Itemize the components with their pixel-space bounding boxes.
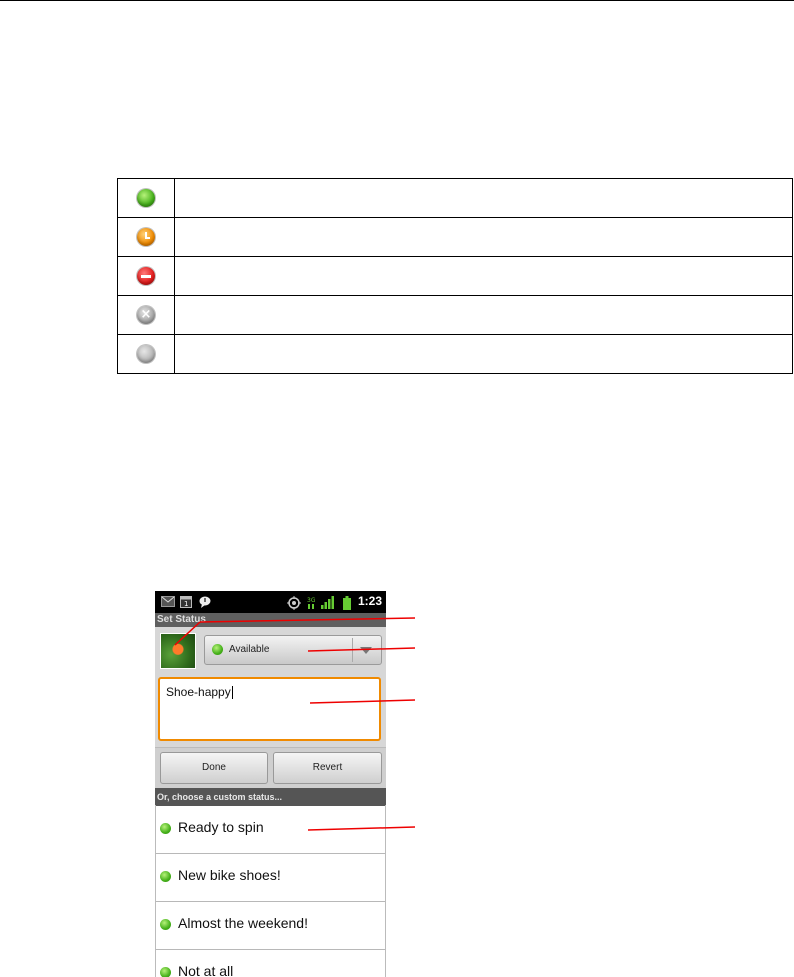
message-callout-line <box>309 699 416 704</box>
callout-lines <box>174 617 416 831</box>
custom-status-callout-line <box>307 826 416 831</box>
availability-callout-line <box>307 647 416 652</box>
avatar-callout-line <box>174 621 201 646</box>
avatar-callout-line <box>199 617 416 623</box>
